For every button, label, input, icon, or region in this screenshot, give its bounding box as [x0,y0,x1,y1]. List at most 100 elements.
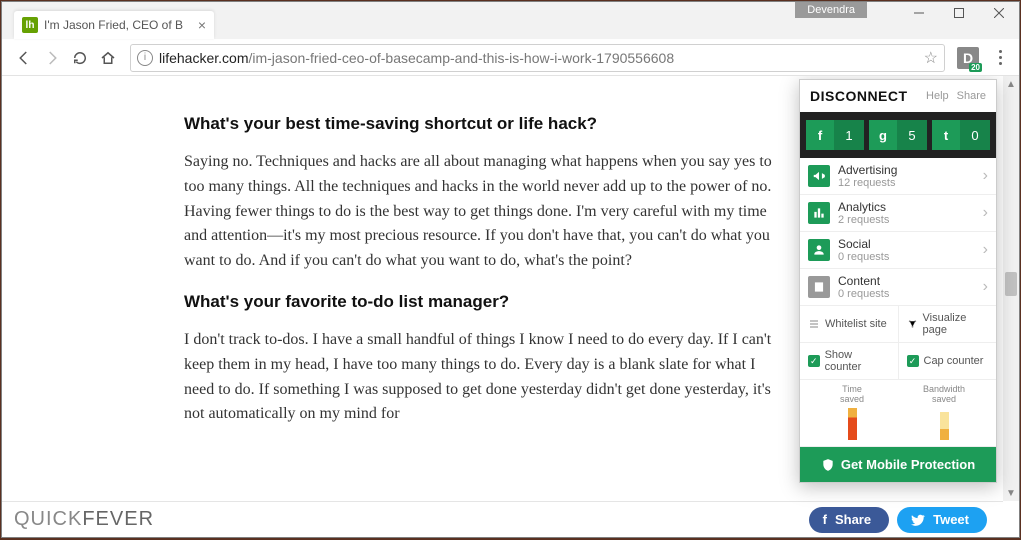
window-maximize-button[interactable] [939,2,979,24]
category-sub: 2 requests [838,214,889,226]
scroll-up-arrow[interactable]: ▲ [1003,76,1019,92]
panel-share-link[interactable]: Share [957,90,986,102]
tweet-label: Tweet [933,512,969,527]
stat-label: Time saved [806,384,898,404]
disconnect-extension-icon[interactable]: D 20 [957,47,979,69]
tab-favicon: lh [22,17,38,33]
category-label: Advertising [838,163,897,177]
person-icon [808,239,830,261]
home-button[interactable] [94,44,122,72]
graph-icon [907,318,918,330]
stat-label: Bandwidth saved [898,384,990,404]
counter-google[interactable]: g 5 [869,120,927,150]
tool-label: Whitelist site [825,318,887,330]
facebook-icon: f [806,120,834,150]
list-icon [808,318,820,330]
extension-badge: 20 [969,63,982,72]
vertical-scrollbar[interactable]: ▲ ▼ [1003,76,1019,501]
whitelist-site-button[interactable]: Whitelist site [800,306,898,342]
counter-value: 5 [897,120,927,150]
megaphone-icon [808,165,830,187]
twitter-tweet-button[interactable]: Tweet [897,507,987,533]
article: What's your best time-saving shortcut or… [2,76,812,465]
chevron-right-icon: › [983,204,988,222]
reload-button[interactable] [66,44,94,72]
category-content[interactable]: Content0 requests › [800,269,996,306]
share-label: Share [835,512,871,527]
heading-shortcut: What's your best time-saving shortcut or… [184,114,772,134]
time-saved-stat: Time saved [806,384,898,440]
shield-icon [821,458,835,472]
checkbox-checked-icon: ✓ [808,355,820,367]
checkbox-checked-icon: ✓ [907,355,919,367]
url-text: lifehacker.com/im-jason-fried-ceo-of-bas… [159,50,918,66]
paragraph: Saying no. Techniques and hacks are all … [184,150,772,274]
google-icon: g [869,120,897,150]
option-label: Show counter [825,349,890,373]
counter-value: 1 [834,120,864,150]
panel-counters: f 1 g 5 t 0 [800,112,996,158]
share-buttons: f Share Tweet [809,507,987,533]
category-analytics[interactable]: Analytics2 requests › [800,195,996,232]
chrome-menu-button[interactable] [989,50,1011,65]
facebook-share-button[interactable]: f Share [809,507,889,533]
category-label: Content [838,274,889,288]
browser-tab[interactable]: lh I'm Jason Fried, CEO of B × [14,11,214,39]
panel-categories: Advertising12 requests › Analytics2 requ… [800,158,996,306]
content-viewport: What's your best time-saving shortcut or… [2,76,1019,537]
browser-window: lh I'm Jason Fried, CEO of B × Devendra … [1,1,1020,538]
chevron-right-icon: › [983,241,988,259]
document-icon [808,276,830,298]
browser-toolbar: i lifehacker.com/im-jason-fried-ceo-of-b… [2,40,1019,76]
bandwidth-saved-stat: Bandwidth saved [898,384,990,440]
category-label: Social [838,237,889,251]
panel-options: ✓ Show counter ✓ Cap counter [800,343,996,380]
window-close-button[interactable] [979,2,1019,24]
show-counter-checkbox[interactable]: ✓ Show counter [800,343,898,379]
paragraph: I don't track to-dos. I have a small han… [184,328,772,427]
bookmark-star-icon[interactable]: ☆ [924,48,938,68]
chevron-right-icon: › [983,167,988,185]
category-sub: 12 requests [838,177,897,189]
page-footer: QUICKFEVER f Share Tweet [2,501,1003,537]
get-mobile-protection-button[interactable]: Get Mobile Protection [800,447,996,482]
forward-button[interactable] [38,44,66,72]
panel-tools: Whitelist site Visualize page [800,306,996,343]
facebook-icon: f [823,512,827,527]
scroll-thumb[interactable] [1005,272,1017,296]
window-minimize-button[interactable] [899,2,939,24]
close-icon[interactable]: × [198,17,206,33]
twitter-icon [911,513,925,527]
user-badge[interactable]: Devendra [795,2,867,18]
heading-todo: What's your favorite to-do list manager? [184,292,772,312]
visualize-page-button[interactable]: Visualize page [898,306,997,342]
category-social[interactable]: Social0 requests › [800,232,996,269]
counter-value: 0 [960,120,990,150]
site-logo[interactable]: QUICKFEVER [14,508,154,531]
panel-brand: DISCONNECT [810,88,908,104]
tab-title: I'm Jason Fried, CEO of B [44,18,194,32]
cap-counter-checkbox[interactable]: ✓ Cap counter [898,343,997,379]
twitter-icon: t [932,120,960,150]
chevron-right-icon: › [983,278,988,296]
site-info-icon[interactable]: i [137,50,153,66]
counter-facebook[interactable]: f 1 [806,120,864,150]
scroll-down-arrow[interactable]: ▼ [1003,485,1019,501]
panel-stats: Time saved Bandwidth saved [800,380,996,447]
cta-label: Get Mobile Protection [841,457,975,472]
address-bar[interactable]: i lifehacker.com/im-jason-fried-ceo-of-b… [130,44,945,72]
option-label: Cap counter [924,355,984,367]
stat-bar [848,408,857,440]
counter-twitter[interactable]: t 0 [932,120,990,150]
tool-label: Visualize page [923,312,988,336]
category-sub: 0 requests [838,288,889,300]
category-advertising[interactable]: Advertising12 requests › [800,158,996,195]
back-button[interactable] [10,44,38,72]
panel-arrow [962,76,982,90]
stat-bar [940,412,949,440]
chart-icon [808,202,830,224]
panel-help-link[interactable]: Help [926,90,949,102]
category-label: Analytics [838,200,889,214]
disconnect-panel: DISCONNECT Help Share f 1 g 5 t 0 [799,79,997,483]
category-sub: 0 requests [838,251,889,263]
